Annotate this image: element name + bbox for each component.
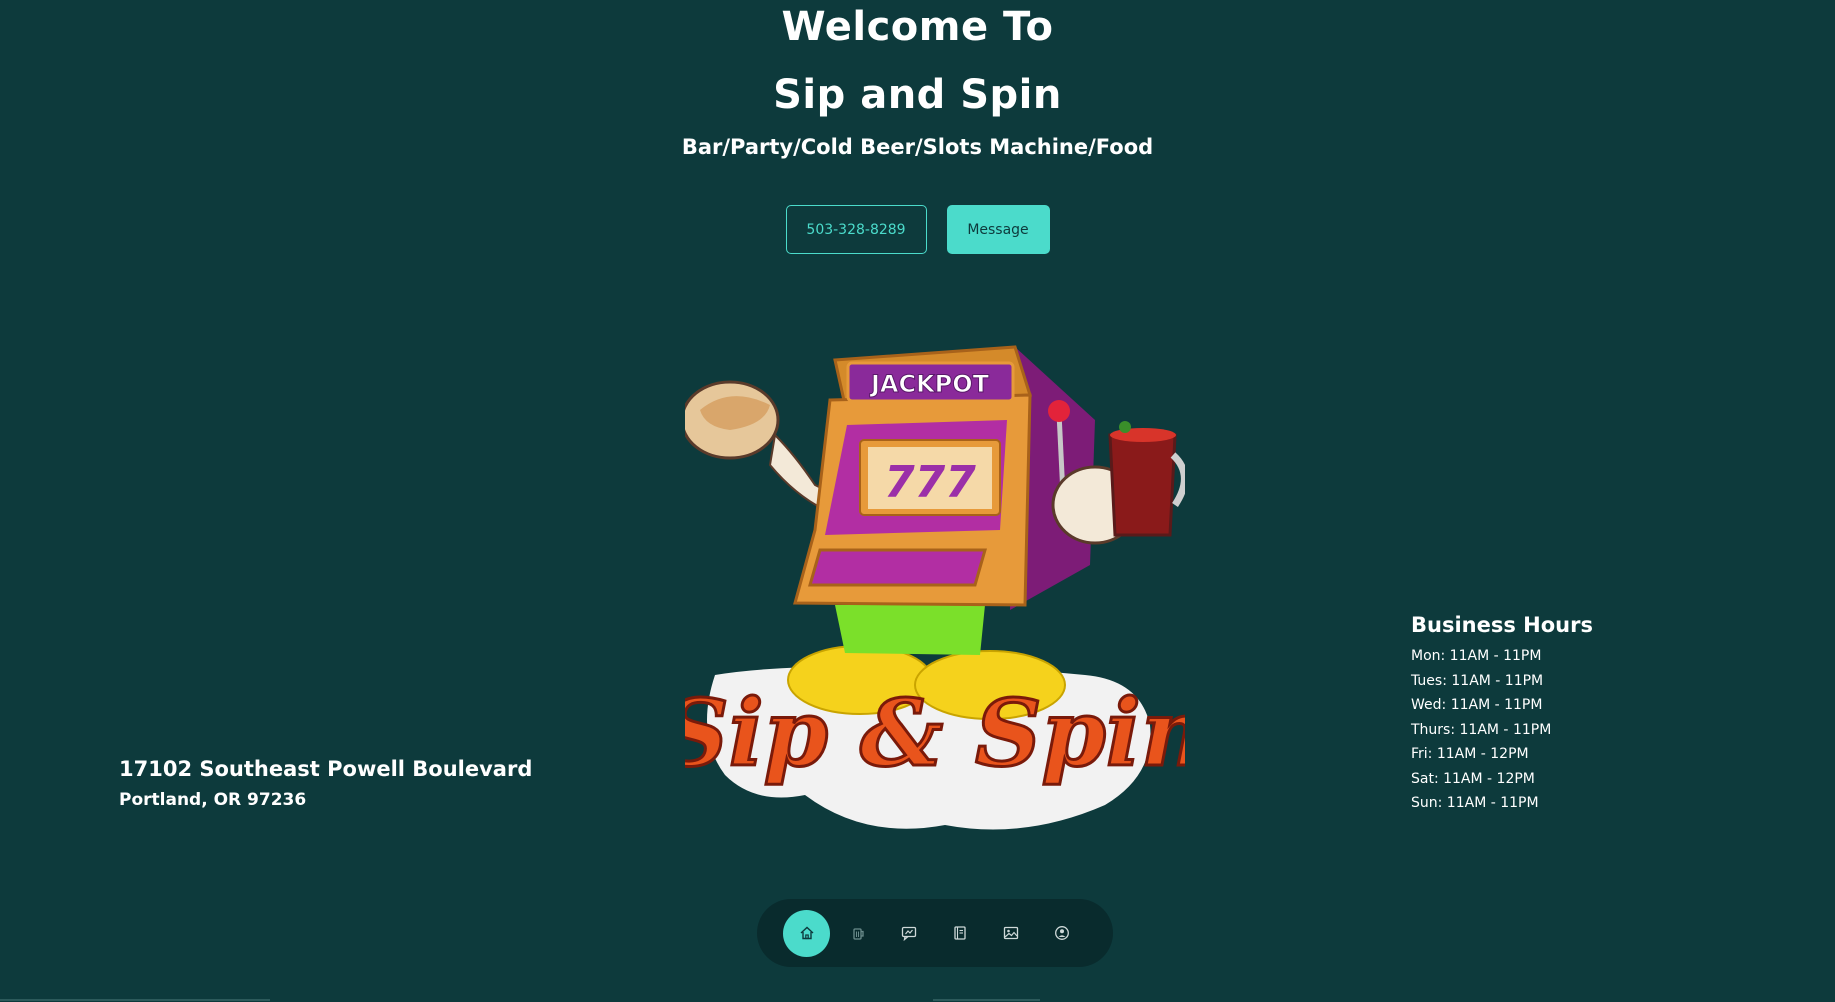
nav-contact[interactable] bbox=[1038, 910, 1085, 957]
contact-icon bbox=[1054, 926, 1069, 940]
home-icon bbox=[800, 926, 813, 940]
hours-thu: Thurs: 11AM - 11PM bbox=[1411, 721, 1552, 738]
nav-menu[interactable] bbox=[936, 910, 983, 957]
jackpot-text: JACKPOT bbox=[869, 370, 990, 398]
bottom-divider-center bbox=[933, 999, 1040, 1001]
street-address: 17102 Southeast Powell Boulevard bbox=[119, 757, 533, 781]
hours-sat: Sat: 11AM - 12PM bbox=[1411, 770, 1535, 787]
tagline: Bar/Party/Cold Beer/Slots Machine/Food bbox=[681, 135, 1154, 159]
city-state-zip: Portland, OR 97236 bbox=[119, 790, 307, 810]
hours-wed: Wed: 11AM - 11PM bbox=[1411, 697, 1543, 713]
cta-row: 503-328-8289 Message bbox=[0, 205, 1835, 254]
business-name-title: Sip and Spin bbox=[773, 72, 1062, 118]
hours-sun: Sun: 11AM - 11PM bbox=[1411, 795, 1539, 811]
gallery-icon bbox=[1003, 926, 1018, 940]
reel-text: 777 bbox=[884, 457, 976, 508]
nav-gallery[interactable] bbox=[987, 910, 1034, 957]
hours-mon: Mon: 11AM - 11PM bbox=[1411, 648, 1542, 664]
beer-mug-icon bbox=[852, 928, 864, 940]
business-hours: Business Hours Mon: 11AM - 11PM Tues: 11… bbox=[1411, 611, 1593, 816]
chat-icon bbox=[901, 926, 916, 941]
bottom-nav bbox=[757, 899, 1113, 967]
sip-and-spin-logo: JACKPOT 777 Sip & Spin bbox=[685, 345, 1185, 830]
nav-drinks[interactable] bbox=[834, 910, 881, 957]
message-button[interactable]: Message bbox=[946, 205, 1050, 254]
hours-list: Mon: 11AM - 11PM Tues: 11AM - 11PM Wed: … bbox=[1411, 644, 1593, 816]
welcome-title: Welcome To bbox=[781, 4, 1054, 50]
nav-home[interactable] bbox=[783, 909, 830, 957]
sip-and-spin-wordmark: Sip & Spin bbox=[685, 679, 1185, 787]
hours-tue: Tues: 11AM - 11PM bbox=[1411, 672, 1544, 689]
page: Welcome To Sip and Spin Bar/Party/Cold B… bbox=[0, 0, 1835, 1002]
address-block: 17102 Southeast Powell Boulevard Portlan… bbox=[119, 755, 532, 811]
nav-reviews[interactable] bbox=[885, 910, 932, 957]
menu-book-icon bbox=[953, 926, 966, 940]
business-hours-title: Business Hours bbox=[1411, 613, 1593, 637]
bottom-divider-left bbox=[0, 999, 270, 1001]
phone-button[interactable]: 503-328-8289 bbox=[785, 205, 927, 254]
hours-fri: Fri: 11AM - 12PM bbox=[1411, 746, 1529, 762]
